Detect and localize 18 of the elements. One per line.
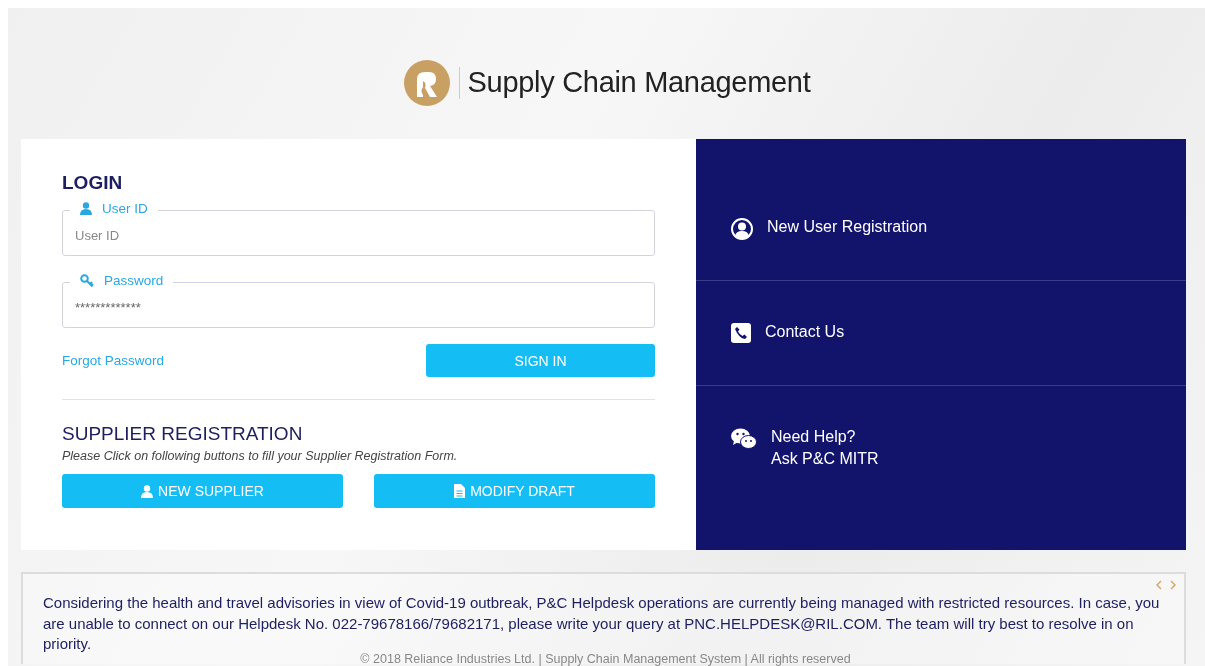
person-icon — [80, 202, 92, 215]
person-icon — [141, 484, 154, 498]
phone-icon — [731, 323, 751, 343]
user-circle-icon — [731, 218, 753, 240]
notice-text: Considering the health and travel advisories in view of Covid-19 outbreak, P&C Helpdesk operations are currently being managed with restricted resources. In case, you are unable to connect on our Helpdesk No. 022-79678166/79682171, please write your query at PNC.HELPDESK@RIL.COM. The team will try best to resolve in on priority. — [43, 593, 1161, 653]
side-link[interactable]: Ask P&C MITR — [771, 450, 879, 468]
side-link[interactable]: New User Registration — [767, 218, 928, 236]
instruction-text: Please Click on following buttons to fill your Supplier Registration Form. — [62, 449, 459, 463]
chat-bubbles-icon — [731, 428, 757, 450]
document-icon — [454, 484, 466, 498]
logo-icon — [402, 58, 451, 107]
login-heading: LOGIN — [62, 172, 124, 194]
side-link[interactable]: Need Help? — [771, 428, 879, 446]
key-icon — [80, 274, 94, 287]
copyright-text: © 2018 Reliance Industries Ltd. | Supply Chain Management System | All rights reserved — [360, 651, 851, 666]
section-heading: SUPPLIER REGISTRATION — [62, 423, 304, 445]
app-title: Supply Chain Management — [467, 66, 811, 99]
side-link[interactable]: Contact Us — [765, 323, 845, 341]
